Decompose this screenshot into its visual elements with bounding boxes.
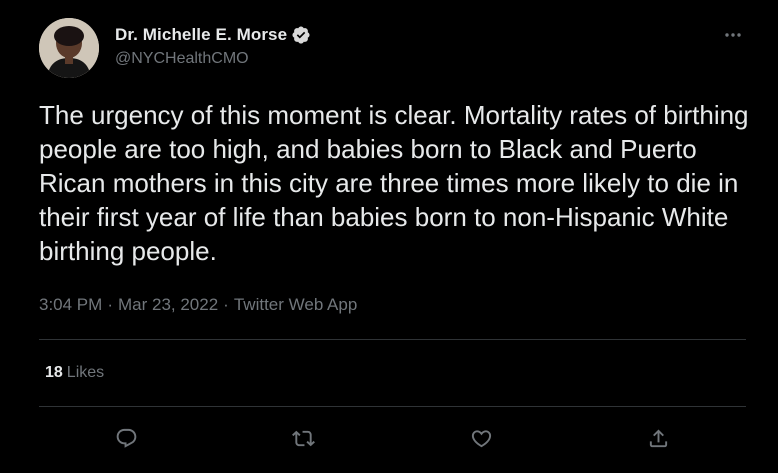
tweet-metadata: 3:04 PM · Mar 23, 2022 · Twitter Web App [39,295,357,315]
author-display-name[interactable]: Dr. Michelle E. Morse [115,25,287,45]
tweet-actions-bar [0,418,778,458]
reply-button[interactable] [106,418,146,458]
tweet-source[interactable]: Twitter Web App [234,295,357,315]
more-options-icon[interactable] [722,24,744,46]
retweet-button[interactable] [283,418,323,458]
share-button[interactable] [638,418,678,458]
divider [39,406,746,407]
tweet-detail: Dr. Michelle E. Morse @NYCHealthCMO The … [0,0,778,473]
avatar[interactable] [39,18,99,78]
tweet-date[interactable]: Mar 23, 2022 [118,295,218,315]
share-icon [649,428,667,447]
author-handle[interactable]: @NYCHealthCMO [115,50,249,68]
meta-separator: · [107,295,113,314]
likes-label: Likes [66,364,105,381]
likes-count: 18 [45,364,63,381]
retweet-icon [291,430,315,446]
reply-icon [116,428,136,448]
author-name-row[interactable]: Dr. Michelle E. Morse [115,24,311,46]
likes-stat[interactable]: 18 Likes [45,364,104,382]
meta-separator: · [223,295,229,314]
divider [39,339,746,340]
tweet-time[interactable]: 3:04 PM [39,295,102,315]
tweet-text: The urgency of this moment is clear. Mor… [39,100,749,266]
heart-icon [471,429,491,447]
avatar-image [39,18,99,78]
verified-badge-icon [291,25,311,45]
like-button[interactable] [461,418,501,458]
